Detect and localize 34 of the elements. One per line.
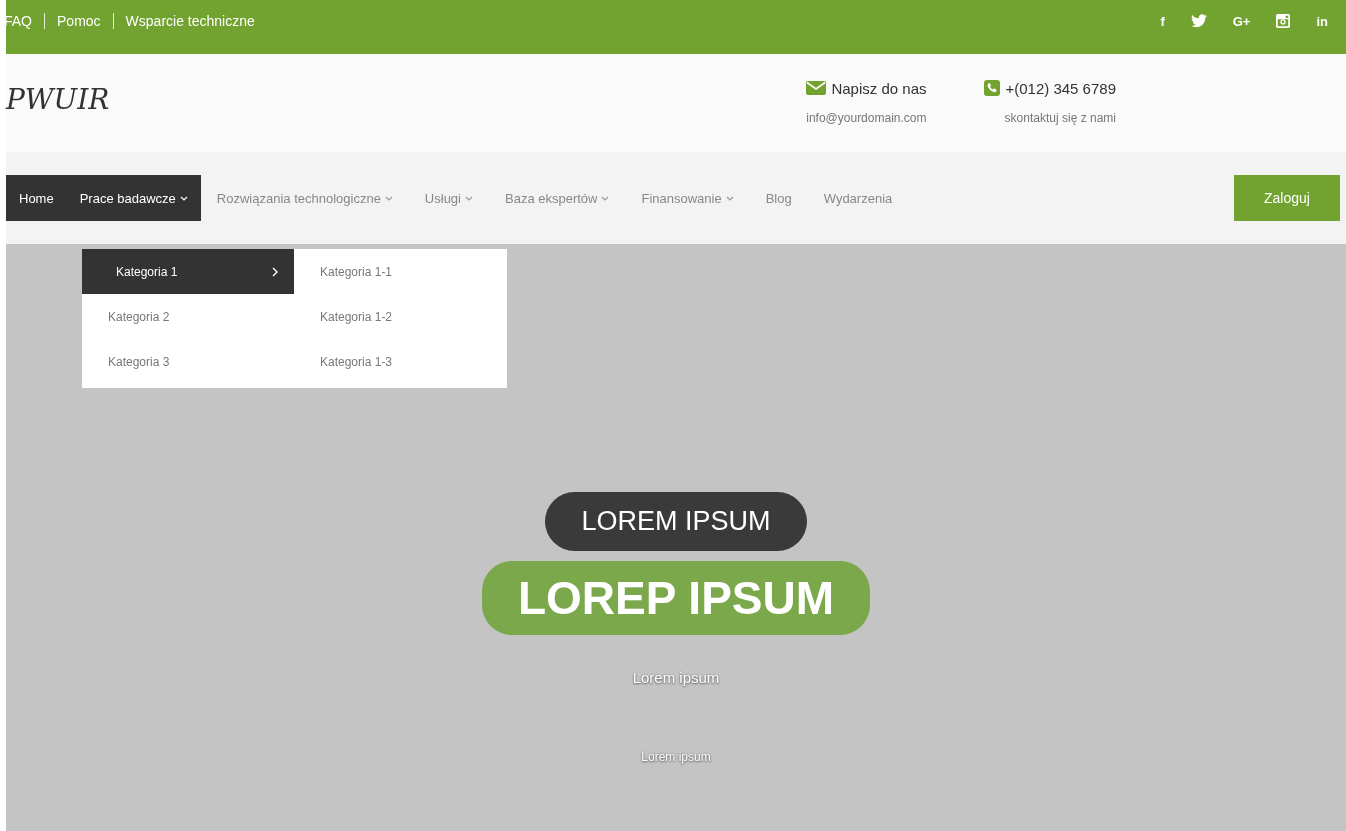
chevron-icon <box>272 266 278 277</box>
nav-item[interactable]: Usługi <box>408 175 489 221</box>
login-button[interactable]: Zaloguj <box>1234 175 1340 221</box>
top-link[interactable]: Pomoc <box>57 13 101 29</box>
submenu-item[interactable]: Kategoria 1-2 <box>294 294 506 339</box>
camera-icon[interactable] <box>1276 14 1291 28</box>
contact-subtitle: skontaktuj się z nami <box>1004 110 1116 125</box>
contact-title: +(012) 345 6789 <box>1005 79 1116 97</box>
social-link[interactable]: f <box>1160 13 1165 29</box>
contact-title: Napisz do nas <box>831 79 927 97</box>
phone-icon <box>984 80 1001 96</box>
nav-item[interactable]: Baza ekspertów <box>489 175 626 221</box>
submenu-item[interactable]: Kategoria 1-3 <box>294 339 506 384</box>
bird-icon[interactable] <box>1190 14 1207 28</box>
hero-text: Lorem ipsum <box>632 669 720 686</box>
nav-item[interactable]: Rozwiązania technologiczne <box>200 175 409 221</box>
social-link[interactable]: in <box>1316 13 1328 29</box>
hero-text: Lorem ipsum <box>641 750 711 764</box>
contact-subtitle: info@yourdomain.com <box>806 110 927 125</box>
hero-headline: LOREP IPSUM <box>481 561 871 635</box>
nav-item[interactable]: Finansowanie <box>625 175 750 221</box>
nav-item[interactable]: Home <box>6 175 67 221</box>
menu-item[interactable]: Kategoria 2 <box>82 294 294 339</box>
social-link[interactable]: G+ <box>1232 13 1251 29</box>
menu-item[interactable]: Kategoria 3 <box>82 339 294 384</box>
menu-item[interactable]: Kategoria 1 <box>82 249 294 294</box>
top-link[interactable]: Wsparcie techniczne <box>125 13 255 29</box>
nav-item[interactable]: Wydarzenia <box>807 175 909 221</box>
nav-item[interactable]: Prace badawcze <box>66 175 201 221</box>
hero-kicker: LOREM IPSUM <box>545 492 807 551</box>
site-logo[interactable]: PWUIR <box>6 82 110 116</box>
submenu-item[interactable]: Kategoria 1-1 <box>294 249 506 294</box>
nav-item[interactable]: Blog <box>749 175 808 221</box>
envelope-icon <box>806 81 827 95</box>
